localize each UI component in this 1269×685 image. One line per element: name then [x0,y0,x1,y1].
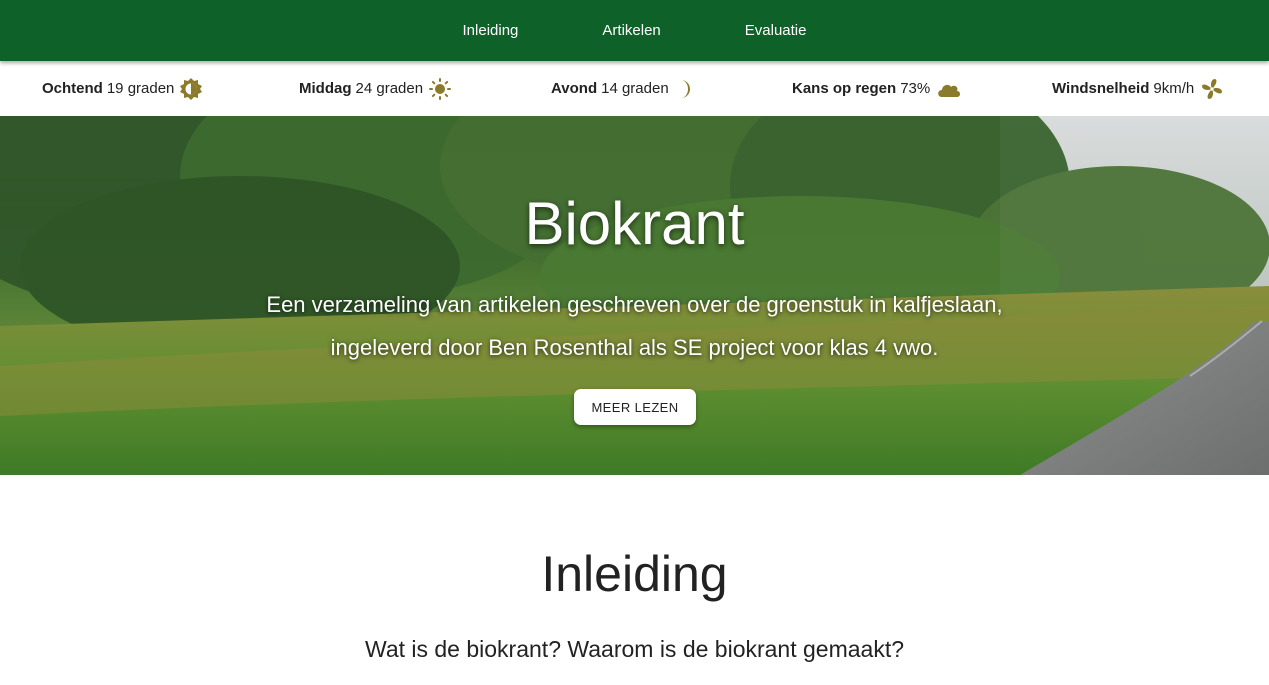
cloud-icon [938,84,961,97]
sun-icon [429,77,452,100]
weather-morning: Ochtend 19 graden [42,61,203,116]
weather-rain-value: 73% [900,80,931,97]
weather-wind-value: 9km/h [1153,80,1195,97]
hero-subtitle-line-1: Een verzameling van artikelen geschreven… [266,292,1003,317]
weather-noon-value: 24 graden [355,80,424,97]
nav-link-evaluatie[interactable]: Evaluatie [745,22,807,39]
moon-icon [680,79,690,98]
hero-subtitle: Een verzameling van artikelen geschreven… [0,283,1269,369]
intro-heading: Inleiding [541,546,728,602]
weather-noon: Middag 24 graden [299,61,452,116]
hero-subtitle-line-2: ingeleverd door Ben Rosenthal als SE pro… [330,335,939,360]
fan-icon [1202,78,1223,99]
weather-noon-label: Middag [299,80,352,97]
weather-evening: Avond 14 graden [551,61,695,116]
weather-morning-label: Ochtend [42,80,103,97]
weather-evening-label: Avond [551,80,598,97]
weather-wind: Windsnelheid 9km/h [1052,61,1224,116]
weather-morning-value: 19 graden [106,80,175,97]
weather-wind-label: Windsnelheid [1052,80,1150,97]
hero-banner: Biokrant Een verzameling van artikelen g… [0,116,1269,475]
weather-rain: Kans op regen 73% [792,61,962,116]
top-navigation: Inleiding Artikelen Evaluatie [0,0,1269,61]
intro-subheading: Wat is de biokrant? Waarom is de biokran… [364,636,905,662]
weather-bar: Ochtend 19 graden Middag 24 graden Avond… [0,61,1269,116]
sun-half-icon [180,77,203,100]
hero-title: Biokrant [524,190,745,257]
nav-link-inleiding[interactable]: Inleiding [463,22,519,39]
nav-link-artikelen[interactable]: Artikelen [602,22,660,39]
weather-rain-label: Kans op regen [792,80,897,97]
read-more-button[interactable]: MEER LEZEN [574,389,696,425]
weather-evening-value: 14 graden [601,80,669,97]
